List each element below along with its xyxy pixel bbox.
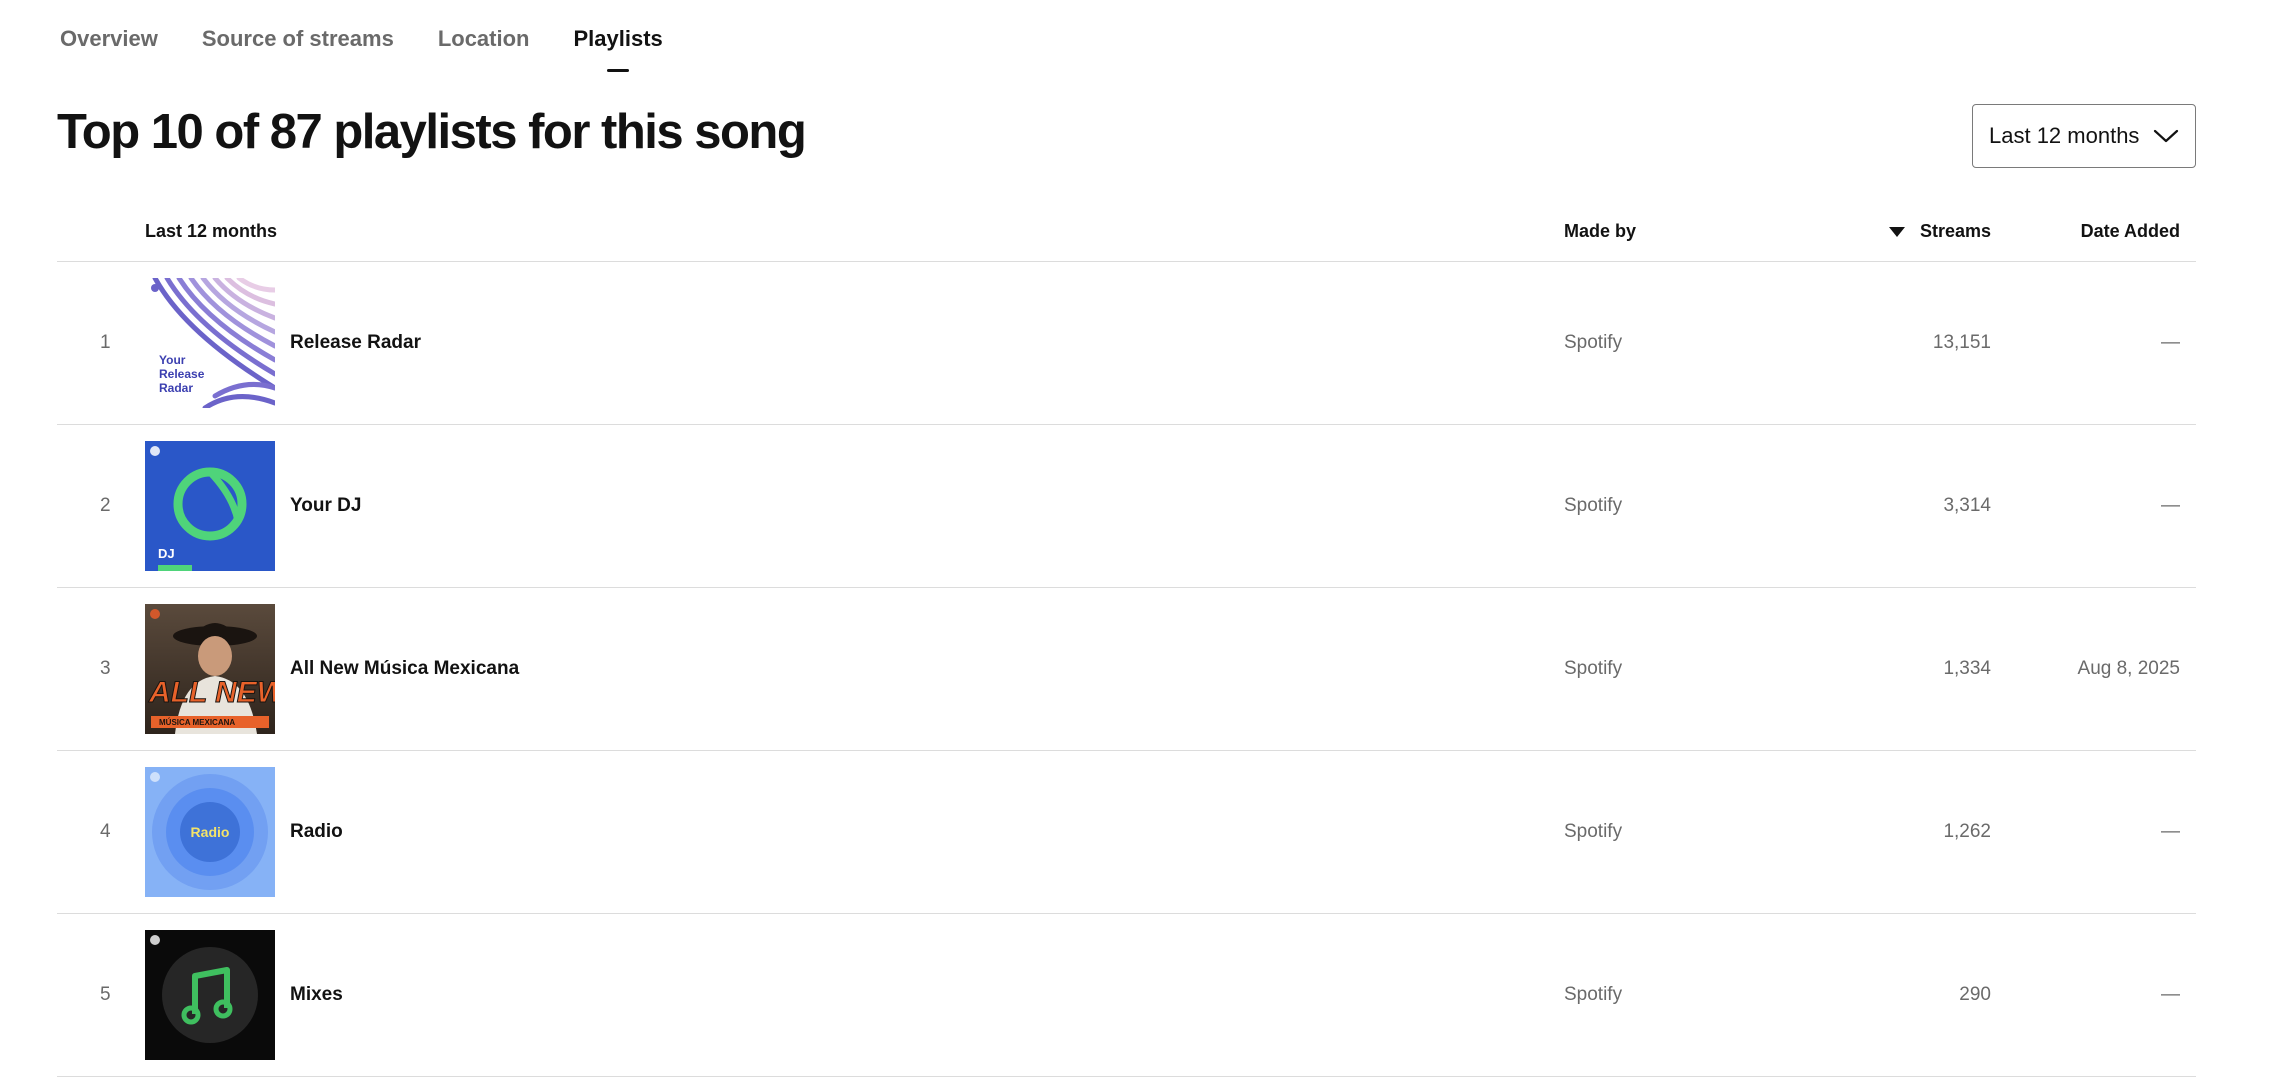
made-by-value: Spotify (1564, 332, 1623, 353)
date-added-value: — (2161, 821, 2180, 842)
svg-text:DJ: DJ (158, 546, 175, 561)
release-radar-cover[interactable]: Your Release Radar (145, 278, 275, 408)
svg-text:MÚSICA MEXICANA: MÚSICA MEXICANA (159, 718, 235, 727)
date-added-value: Aug 8, 2025 (2077, 658, 2180, 679)
all-new-musica-mexicana-artwork: ALL NEW MÚSICA MEXICANA (145, 604, 275, 734)
tab-bar: Overview Source of streams Location Play… (60, 26, 707, 72)
table-header: Last 12 months Made by Streams Date Adde… (57, 207, 2196, 262)
period-column-header: Last 12 months (145, 221, 278, 241)
tab-playlists[interactable]: Playlists (573, 26, 662, 72)
mixes-cover[interactable] (145, 930, 275, 1060)
streams-value: 13,151 (1932, 332, 1991, 353)
playlist-name[interactable]: Radio (290, 821, 343, 843)
made-by-value: Spotify (1564, 495, 1623, 516)
chevron-down-icon (2153, 129, 2179, 143)
row-rank: 3 (100, 658, 111, 679)
tab-source-of-streams[interactable]: Source of streams (202, 26, 394, 72)
svg-text:Release: Release (159, 367, 205, 381)
sort-descending-icon (1888, 226, 1905, 237)
made-by-column-header[interactable]: Made by (1564, 221, 1636, 242)
time-range-value: Last 12 months (1989, 123, 2140, 148)
row-rank: 4 (100, 821, 111, 842)
svg-text:Radar: Radar (159, 381, 193, 395)
time-range-dropdown[interactable]: Last 12 months (1972, 104, 2196, 168)
table-row[interactable]: 3 ALL NEW MÚSICA MEXICANA All New Música… (57, 588, 2196, 751)
playlists-table: Last 12 months Made by Streams Date Adde… (57, 207, 2196, 1077)
row-rank: 5 (100, 984, 111, 1005)
playlist-name[interactable]: Release Radar (290, 332, 421, 354)
radio-artwork: Radio (145, 767, 275, 897)
made-by-value: Spotify (1564, 821, 1623, 842)
streams-value: 1,334 (1943, 658, 1991, 679)
made-by-value: Spotify (1564, 658, 1623, 679)
svg-text:ALL NEW: ALL NEW (148, 676, 275, 709)
table-row[interactable]: 4 Radio Radio Spotify 1,262 — (57, 751, 2196, 914)
made-by-value: Spotify (1564, 984, 1623, 1005)
playlist-name[interactable]: Your DJ (290, 495, 361, 517)
streams-value: 290 (1959, 984, 1991, 1005)
table-row[interactable]: 1 Your Release Radar Release Radar Spoti… (57, 262, 2196, 425)
date-added-value: — (2161, 984, 2180, 1005)
tab-overview[interactable]: Overview (60, 26, 158, 72)
svg-text:Your: Your (159, 353, 186, 367)
playlist-name[interactable]: All New Música Mexicana (290, 658, 519, 680)
table-row[interactable]: 5 Mixes Spotify 290 — (57, 914, 2196, 1077)
svg-text:Radio: Radio (191, 824, 230, 840)
playlist-name[interactable]: Mixes (290, 984, 343, 1006)
page-title: Top 10 of 87 playlists for this song (57, 105, 807, 159)
dj-cover[interactable]: DJ (145, 441, 275, 571)
row-rank: 1 (100, 332, 111, 353)
streams-column-header[interactable]: Streams (1888, 221, 1991, 242)
dj-artwork: DJ (145, 441, 275, 571)
row-rank: 2 (100, 495, 111, 516)
music-note-icon (145, 930, 275, 1060)
date-added-column-header[interactable]: Date Added (2081, 221, 2180, 242)
streams-value: 1,262 (1943, 821, 1991, 842)
streams-value: 3,314 (1943, 495, 1991, 516)
table-row[interactable]: 2 DJ Your DJ Spotify 3,314 — (57, 425, 2196, 588)
streams-header-label: Streams (1919, 221, 1991, 241)
all-new-musica-mexicana-cover[interactable]: ALL NEW MÚSICA MEXICANA (145, 604, 275, 734)
tab-location[interactable]: Location (438, 26, 530, 72)
date-added-value: — (2161, 332, 2180, 353)
release-radar-artwork: Your Release Radar (145, 278, 275, 408)
radio-cover[interactable]: Radio (145, 767, 275, 897)
date-added-value: — (2161, 495, 2180, 516)
playlists-page: Overview Source of streams Location Play… (0, 0, 2278, 1077)
